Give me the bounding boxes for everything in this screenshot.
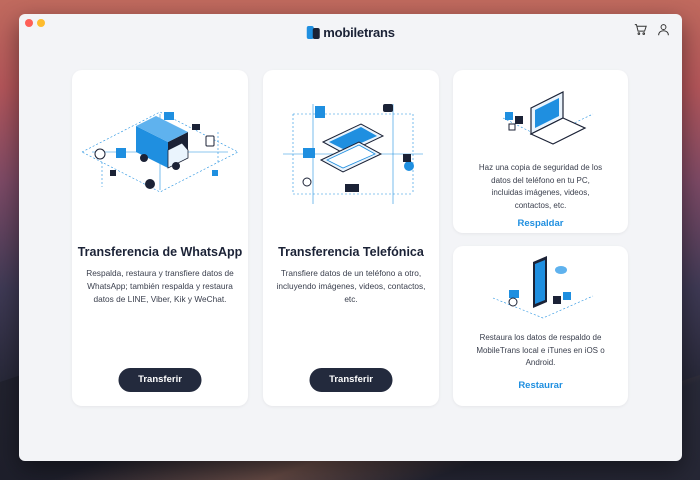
- app-window: mobiletrans Transferencia de WhatsApp Re…: [19, 14, 682, 461]
- card-description: Transfiere datos de un teléfono a otro, …: [276, 268, 426, 304]
- mobiletrans-logo-icon: [306, 26, 320, 39]
- restore-link[interactable]: Restaurar: [453, 380, 628, 391]
- phone-transfer-card[interactable]: Transferencia Telefónica Transfiere dato…: [263, 70, 439, 406]
- logo-text: mobiletrans: [323, 25, 395, 40]
- app-logo: mobiletrans: [306, 25, 395, 40]
- phone-restore-illustration: [492, 256, 594, 319]
- phone-transfer-button[interactable]: Transferir: [309, 368, 393, 392]
- card-title: Transferencia Telefónica: [278, 245, 424, 259]
- whatsapp-transfer-button[interactable]: Transferir: [118, 368, 202, 392]
- card-description: Haz una copia de seguridad de los datos …: [478, 163, 603, 210]
- truck-transfer-illustration: [81, 111, 239, 193]
- backup-card[interactable]: Haz una copia de seguridad de los datos …: [453, 70, 628, 233]
- window-controls: [25, 19, 45, 27]
- user-icon[interactable]: [657, 23, 670, 36]
- title-bar: mobiletrans: [19, 14, 682, 52]
- top-actions: [634, 23, 670, 36]
- cart-icon[interactable]: [634, 23, 647, 36]
- card-description: Respalda, restaura y transfiere datos de…: [86, 268, 234, 304]
- card-description: Restaura los datos de respaldo de Mobile…: [476, 333, 605, 367]
- backup-link[interactable]: Respaldar: [453, 218, 628, 229]
- whatsapp-transfer-card[interactable]: Transferencia de WhatsApp Respalda, rest…: [72, 70, 248, 406]
- restore-card[interactable]: Restaura los datos de respaldo de Mobile…: [453, 246, 628, 406]
- minimize-window-button[interactable]: [37, 19, 45, 27]
- phone-to-phone-illustration: [283, 104, 423, 204]
- close-window-button[interactable]: [25, 19, 33, 27]
- card-title: Transferencia de WhatsApp: [77, 245, 243, 259]
- laptop-backup-illustration: [502, 91, 594, 145]
